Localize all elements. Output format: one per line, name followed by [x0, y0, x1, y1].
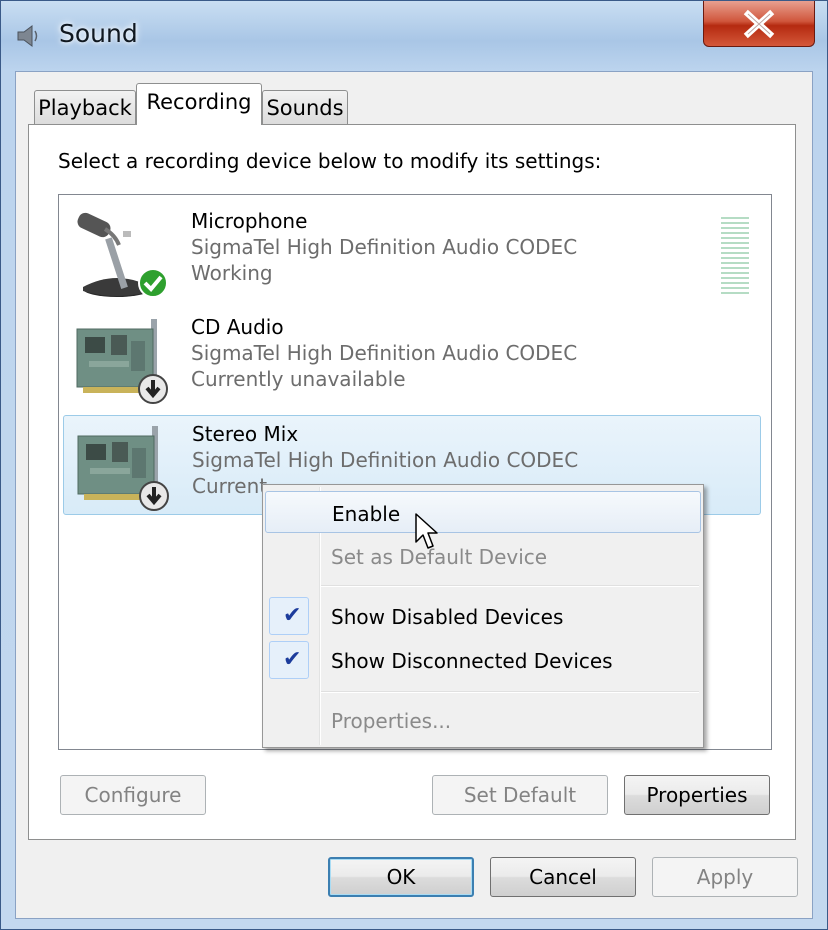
instruction-text: Select a recording device below to modif… — [58, 149, 602, 173]
properties-button[interactable]: Properties — [624, 775, 770, 815]
configure-button-label: Configure — [84, 783, 182, 807]
apply-button[interactable]: Apply — [652, 857, 798, 897]
menu-item-label: Show Disabled Devices — [331, 605, 564, 629]
cancel-button[interactable]: Cancel — [490, 857, 636, 897]
set-default-button[interactable]: Set Default — [432, 775, 608, 815]
speaker-icon — [17, 25, 38, 47]
device-driver: SigmaTel High Definition Audio CODEC — [191, 341, 578, 365]
device-item-cd-audio[interactable]: CD Audio SigmaTel High Definition Audio … — [63, 309, 761, 409]
window-title: Sound — [59, 19, 138, 48]
working-check-icon — [138, 268, 168, 298]
cancel-button-label: Cancel — [529, 865, 597, 889]
ok-button-label: OK — [386, 865, 416, 889]
menu-separator — [321, 691, 699, 693]
tab-recording[interactable]: Recording — [136, 83, 262, 125]
menu-item-label: Enable — [332, 502, 401, 526]
apply-button-label: Apply — [696, 865, 754, 889]
level-meter — [721, 217, 749, 294]
menu-item-properties[interactable]: Properties... — [265, 699, 701, 741]
tab-playback[interactable]: Playback — [34, 90, 136, 124]
set-default-button-label: Set Default — [463, 783, 577, 807]
menu-check-box: ✔ — [269, 597, 309, 635]
menu-item-show-disconnected-devices[interactable]: ✔ Show Disconnected Devices — [265, 639, 701, 681]
disabled-arrow-icon — [138, 374, 168, 404]
menu-item-enable[interactable]: Enable — [265, 491, 701, 533]
menu-item-label: Properties... — [331, 709, 452, 733]
context-menu: Enable Set as Default Device ✔ Show Disa… — [262, 484, 704, 748]
device-driver: SigmaTel High Definition Audio CODEC — [192, 448, 579, 472]
tab-playback-label: Playback — [38, 95, 132, 120]
tab-sounds[interactable]: Sounds — [262, 90, 348, 124]
close-button[interactable] — [703, 1, 815, 47]
ok-button[interactable]: OK — [328, 857, 474, 897]
checkmark-icon: ✔ — [283, 647, 302, 672]
configure-button[interactable]: Configure — [60, 775, 206, 815]
checkmark-icon: ✔ — [283, 603, 302, 628]
menu-separator — [321, 585, 699, 587]
menu-check-box: ✔ — [269, 641, 309, 679]
properties-button-label: Properties — [646, 783, 748, 807]
device-name: CD Audio — [191, 315, 284, 339]
device-item-microphone[interactable]: Microphone SigmaTel High Definition Audi… — [63, 203, 761, 303]
tab-sounds-label: Sounds — [266, 95, 344, 120]
title-bar[interactable]: Sound — [1, 1, 827, 69]
menu-item-show-disabled-devices[interactable]: ✔ Show Disabled Devices — [265, 595, 701, 637]
device-status: Currently unavailable — [191, 367, 406, 391]
menu-item-label: Show Disconnected Devices — [331, 649, 613, 673]
device-status: Current — [192, 474, 268, 498]
menu-item-set-default-device[interactable]: Set as Default Device — [265, 535, 701, 577]
device-status: Working — [191, 261, 273, 285]
device-driver: SigmaTel High Definition Audio CODEC — [191, 235, 578, 259]
tab-recording-label: Recording — [146, 90, 252, 114]
mouse-cursor-icon — [415, 513, 438, 549]
device-name: Stereo Mix — [192, 422, 299, 446]
disabled-arrow-icon — [139, 481, 169, 511]
close-icon — [743, 9, 775, 38]
device-name: Microphone — [191, 209, 308, 233]
